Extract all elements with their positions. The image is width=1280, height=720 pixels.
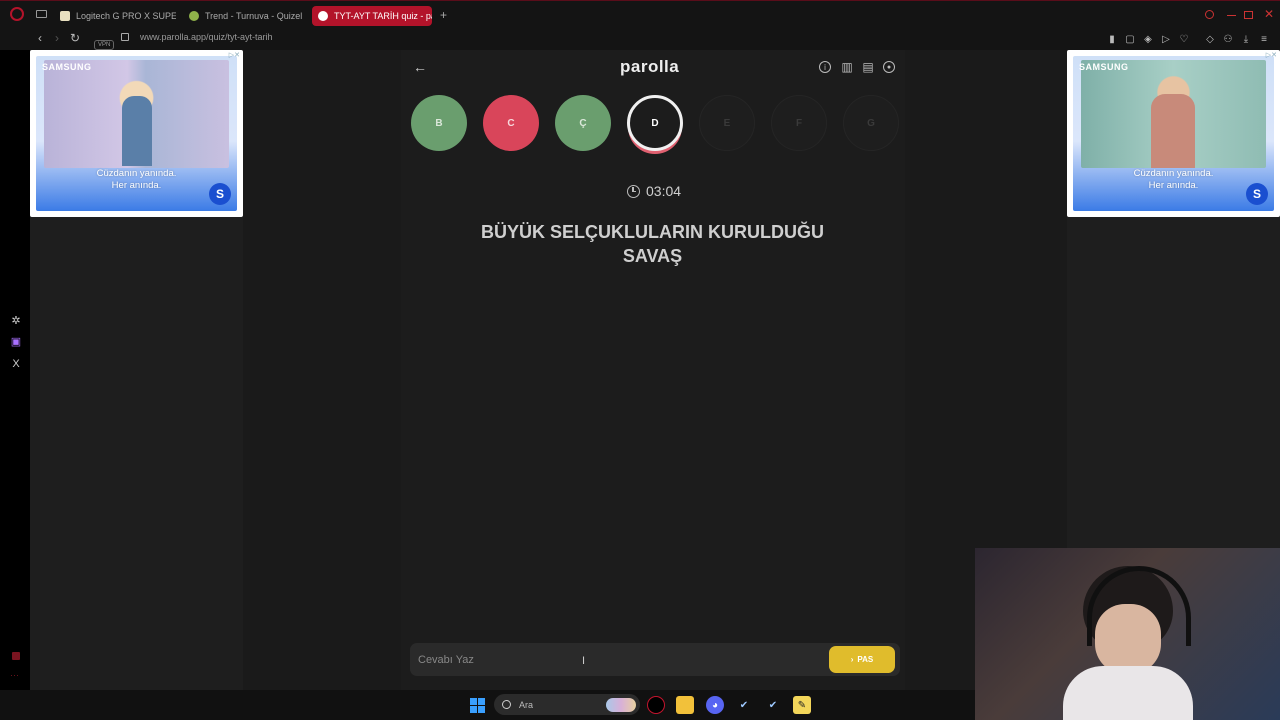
chevron-right-icon: › bbox=[850, 655, 854, 664]
vpn-badge[interactable]: VPN bbox=[94, 33, 115, 51]
sidebar-more-icon[interactable]: ··· bbox=[10, 670, 19, 680]
ad-close-icon[interactable]: ▷✕ bbox=[1266, 51, 1277, 59]
ad-brand: SAMSUNG bbox=[1079, 62, 1129, 72]
stats-icon[interactable]: ▥ bbox=[839, 59, 855, 75]
letter-circle-d-current: D bbox=[627, 95, 683, 151]
browser-tab-bar: Logitech G PRO X SUPERL Trend - Turnuva … bbox=[0, 0, 1280, 29]
minimize-icon[interactable] bbox=[1227, 15, 1236, 16]
question-line-2: SAVAŞ bbox=[622, 246, 683, 266]
tab-overview-icon[interactable] bbox=[36, 10, 47, 18]
left-samsung-ad[interactable]: SAMSUNG Cüzdanın yanında. Her anında. S … bbox=[30, 50, 243, 217]
search-tabs-icon[interactable] bbox=[1205, 10, 1214, 19]
timer: 03:04 bbox=[627, 183, 681, 199]
parolla-favicon-icon bbox=[318, 11, 328, 21]
x-twitter-icon[interactable]: X bbox=[8, 356, 24, 372]
answer-bar: › PAS bbox=[410, 643, 900, 676]
tab-label: Trend - Turnuva - Quizel bbox=[205, 11, 303, 21]
bookmark-icon[interactable]: ▮ bbox=[1105, 32, 1119, 46]
search-icon bbox=[502, 700, 511, 709]
twitch-icon[interactable]: ▣ bbox=[8, 333, 24, 349]
samsung-wallet-logo-icon: S bbox=[209, 183, 231, 205]
discord-icon[interactable]: ◕ bbox=[706, 696, 724, 714]
new-tab-icon[interactable]: + bbox=[440, 8, 447, 22]
info-icon[interactable]: i bbox=[817, 59, 833, 75]
tab-label: Logitech G PRO X SUPERL bbox=[76, 11, 176, 21]
snapshot-icon[interactable]: ▢ bbox=[1123, 32, 1137, 46]
ad-tagline-2: Her anında. bbox=[111, 180, 162, 191]
ad-photo-woman bbox=[44, 60, 229, 168]
ad-tagline-2: Her anında. bbox=[1148, 180, 1199, 191]
ad-photo-man bbox=[1081, 60, 1266, 168]
samsung-wallet-logo-icon: S bbox=[1246, 183, 1268, 205]
tab-quizel[interactable]: Trend - Turnuva - Quizel bbox=[183, 6, 305, 26]
windows-start-icon[interactable] bbox=[468, 696, 486, 714]
letter-circle-c-cedilla: Ç bbox=[555, 95, 611, 151]
url-field[interactable]: www.parolla.app/quiz/tyt-ayt-tarih bbox=[140, 32, 273, 42]
file-explorer-icon[interactable] bbox=[676, 696, 694, 714]
extensions-icon[interactable]: ◇ bbox=[1203, 32, 1217, 46]
ad-close-icon[interactable]: ▷✕ bbox=[229, 51, 240, 59]
opera-logo-icon[interactable] bbox=[10, 7, 24, 21]
sidebar-settings-icon[interactable] bbox=[12, 652, 20, 660]
feedback-icon[interactable]: ▤ bbox=[860, 59, 876, 75]
search-label: Ara bbox=[519, 699, 534, 710]
steam-icon-1[interactable]: ✔ bbox=[735, 696, 753, 714]
letter-circle-c: C bbox=[483, 95, 539, 151]
letter-circle-b: B bbox=[411, 95, 467, 151]
taskbar-search[interactable]: Ara bbox=[494, 694, 640, 715]
logitech-favicon-icon bbox=[60, 11, 70, 21]
back-arrow-icon[interactable]: ‹ bbox=[31, 29, 49, 47]
account-icon[interactable]: ● bbox=[881, 59, 897, 75]
answer-input[interactable] bbox=[418, 643, 818, 676]
forward-arrow-icon[interactable]: › bbox=[48, 29, 66, 47]
tab-logitech[interactable]: Logitech G PRO X SUPERL bbox=[54, 6, 176, 26]
search-highlight-icon bbox=[606, 697, 636, 712]
timer-value: 03:04 bbox=[646, 183, 682, 199]
lock-icon bbox=[121, 33, 129, 41]
reload-icon[interactable]: ↻ bbox=[66, 29, 84, 47]
notepad-icon[interactable]: ✎ bbox=[793, 696, 811, 714]
clock-icon bbox=[627, 184, 640, 198]
ad-tagline-1: Cüzdanın yanında. bbox=[1133, 168, 1214, 179]
chatgpt-icon[interactable]: ✲ bbox=[8, 312, 24, 328]
close-icon[interactable]: ✕ bbox=[1264, 7, 1274, 21]
download-icon[interactable]: ⤓ bbox=[1239, 32, 1253, 46]
letter-circle-g: G bbox=[843, 95, 899, 151]
ad-brand: SAMSUNG bbox=[42, 62, 92, 72]
heart-icon[interactable]: ♡ bbox=[1177, 32, 1191, 46]
pass-label: PAS bbox=[857, 655, 874, 664]
right-samsung-ad[interactable]: SAMSUNG Cüzdanın yanında. Her anında. S … bbox=[1067, 50, 1280, 217]
text-cursor-icon: I bbox=[582, 655, 586, 667]
question-line-1: BÜYÜK SELÇUKLULARIN KURULDUĞU bbox=[481, 222, 824, 242]
webcam-overlay bbox=[975, 548, 1280, 720]
profile-icon[interactable]: ⚇ bbox=[1221, 32, 1235, 46]
play-icon[interactable]: ▷ bbox=[1159, 32, 1173, 46]
opera-taskbar-icon[interactable] bbox=[647, 696, 665, 714]
pass-button[interactable]: › PAS bbox=[829, 646, 895, 673]
maximize-icon[interactable] bbox=[1244, 11, 1253, 19]
steam-icon-2[interactable]: ✔ bbox=[764, 696, 782, 714]
shield-icon[interactable]: ◈ bbox=[1141, 32, 1155, 46]
back-arrow-icon[interactable]: ← bbox=[413, 59, 427, 75]
letter-circle-f: F bbox=[771, 95, 827, 151]
ad-tagline-1: Cüzdanın yanında. bbox=[96, 168, 177, 179]
quizel-favicon-icon bbox=[189, 11, 199, 21]
tab-label: TYT-AYT TARİH quiz - pa bbox=[334, 11, 432, 21]
question-text: BÜYÜK SELÇUKLULARIN KURULDUĞU SAVAŞ bbox=[420, 220, 885, 268]
brand-logo[interactable]: parolla bbox=[620, 57, 679, 77]
tab-parolla[interactable]: TYT-AYT TARİH quiz - pa bbox=[312, 6, 432, 26]
letter-circle-e: E bbox=[699, 95, 755, 151]
menu-icon[interactable]: ≡ bbox=[1257, 32, 1271, 46]
